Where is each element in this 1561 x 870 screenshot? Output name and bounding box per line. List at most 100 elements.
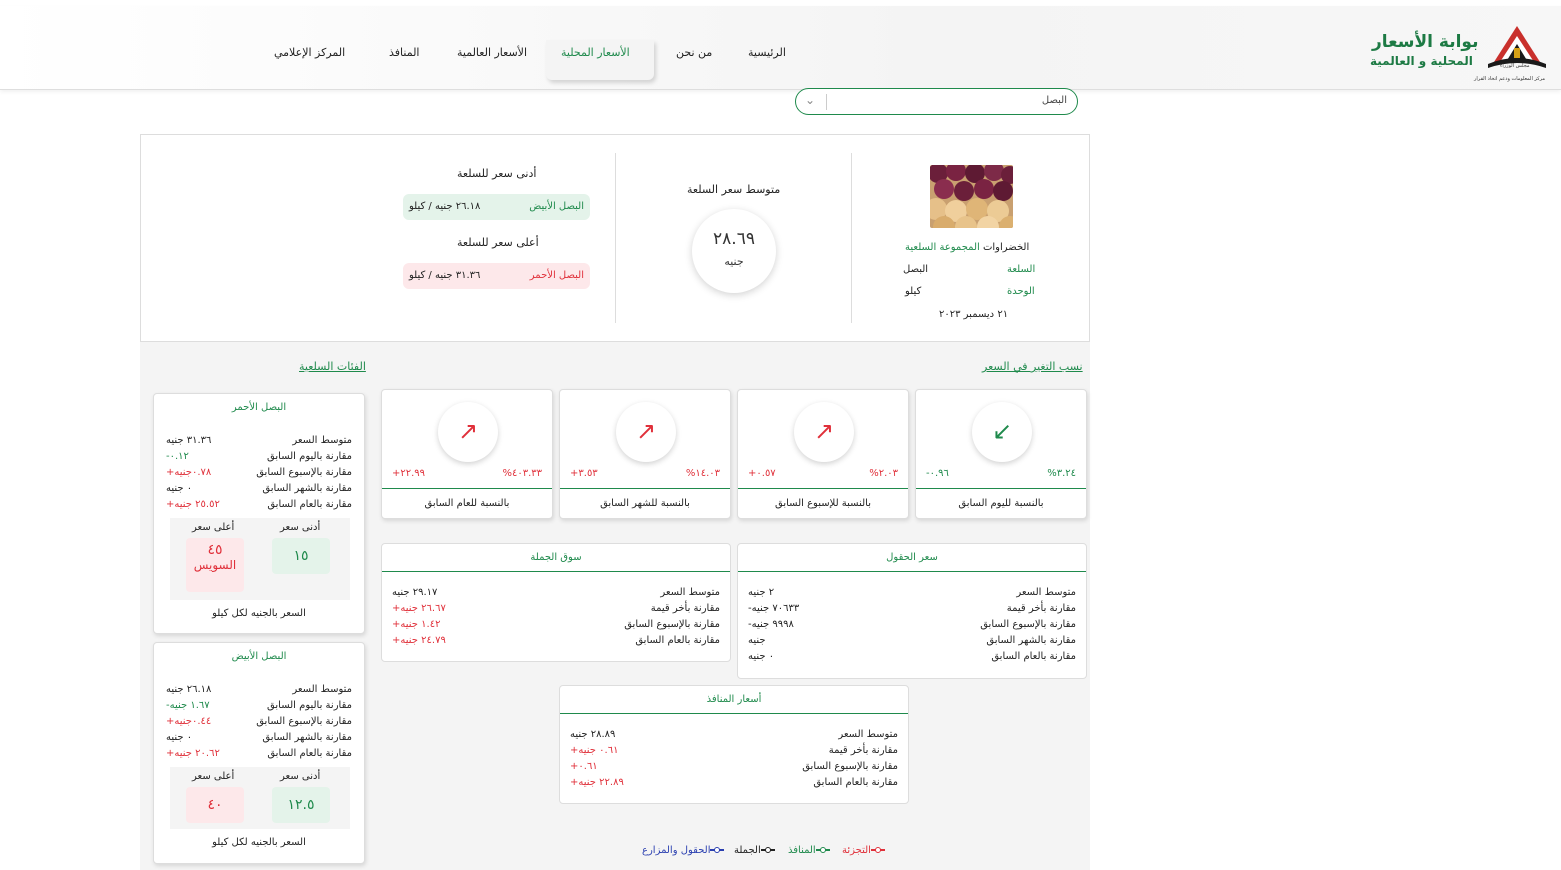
change-percent: %٣.٢٤ bbox=[1047, 468, 1076, 479]
category-min-max: أدنى سعر أعلى سعر ١٢.٥ ٤٠ bbox=[170, 767, 350, 829]
row-value: +٠.٧٨جنيه bbox=[166, 467, 212, 478]
group-value: الخضراوات bbox=[982, 242, 1030, 253]
arrow-down-left-icon: ↙ bbox=[972, 402, 1032, 462]
category-row: مقارنة بالشهر السابق ٠ جنيه bbox=[154, 732, 364, 748]
change-card-year: ↗ +٢٢.٩٩ %٤٠٣.٣٣ بالنسبة للعام السابق bbox=[381, 389, 553, 519]
change-value: +٣.٥٣ bbox=[570, 468, 598, 479]
arrow-up-right-icon: ↗ bbox=[794, 402, 854, 462]
card-divider bbox=[916, 488, 1086, 489]
row-label: متوسط السعر bbox=[1016, 587, 1076, 598]
category-footer: السعر بالجنيه لكل كيلو bbox=[212, 608, 306, 619]
category-row: متوسط السعر ٢٦.١٨ جنيه bbox=[154, 684, 364, 700]
min-label: أدنى سعر bbox=[280, 771, 321, 782]
row-value: +٢٥.٥٢ جنيه bbox=[166, 499, 220, 510]
price-change-link[interactable]: نسب التغير في السعر bbox=[982, 360, 1083, 373]
row-value: +٢٦.٦٧ جنيه bbox=[392, 603, 446, 614]
row-value: ٢٦.١٨ جنيه bbox=[166, 684, 212, 695]
card-divider bbox=[738, 488, 908, 489]
row-label: مقارنة بالعام السابق bbox=[267, 748, 352, 759]
arrow-up-right-icon: ↗ bbox=[438, 402, 498, 462]
row-value: +٢٠.٦٢ جنيه bbox=[166, 748, 220, 759]
change-percent: %٤٠٣.٣٣ bbox=[502, 468, 542, 479]
row-value: -٠.١٢ bbox=[166, 451, 189, 462]
row-label: متوسط السعر bbox=[292, 684, 352, 695]
row-value: جنيه bbox=[748, 635, 766, 646]
card-divider bbox=[560, 713, 908, 714]
legend-fields[interactable]: الحقول والمزارع bbox=[642, 845, 726, 856]
legend-label: الحقول والمزارع bbox=[642, 845, 711, 856]
max-label: أعلى سعر bbox=[192, 771, 235, 782]
select-separator bbox=[826, 94, 827, 110]
legend-marker-icon bbox=[815, 847, 830, 853]
change-label: بالنسبة للعام السابق bbox=[424, 498, 510, 509]
row-label: متوسط السعر bbox=[292, 435, 352, 446]
arrow-up-right-icon: ↗ bbox=[616, 402, 676, 462]
row-label: مقارنة بأخر قيمة bbox=[650, 603, 720, 614]
card-title: سوق الجملة bbox=[530, 552, 582, 563]
category-card-white-onion: البصل الأبيض متوسط السعر ٢٦.١٨ جنيه مقارن… bbox=[153, 642, 365, 864]
row-label: مقارنة بالعام السابق bbox=[267, 499, 352, 510]
market-row: مقارنة بالعام السابق +٢٤.٧٩ جنيه bbox=[382, 635, 730, 651]
site-title[interactable]: بوابة الأسعار bbox=[1372, 32, 1478, 52]
change-label: بالنسبة لليوم السابق bbox=[958, 498, 1044, 509]
category-row: متوسط السعر ٣١.٣٦ جنيه bbox=[154, 435, 364, 451]
legend-label: الجملة bbox=[734, 845, 761, 856]
row-value: +٢٤.٧٩ جنيه bbox=[392, 635, 446, 646]
category-row: مقارنة باليوم السابق -١.٦٧ جنيه bbox=[154, 700, 364, 716]
avg-price-unit: جنيه bbox=[724, 255, 744, 268]
row-label: مقارنة بالإسبوع السابق bbox=[256, 716, 352, 727]
row-label: متوسط السعر bbox=[660, 587, 720, 598]
market-row: مقارنة بأخر قيمة +٢٦.٦٧ جنيه bbox=[382, 603, 730, 619]
row-value: +٠.٦١ جنيه bbox=[570, 745, 619, 756]
summary-divider bbox=[615, 153, 616, 323]
market-row: مقارنة بأخر قيمة -٧٠٦٣٣ جنيه bbox=[738, 603, 1086, 619]
change-percent: %١٤.٠٣ bbox=[685, 468, 720, 479]
change-value: +٢٢.٩٩ bbox=[392, 468, 426, 479]
onion-product-image bbox=[930, 165, 1013, 228]
nav-local-prices[interactable]: الأسعار المحلية bbox=[546, 40, 654, 80]
summary-divider bbox=[851, 153, 852, 323]
nav-outlets[interactable]: المنافذ bbox=[389, 46, 419, 59]
change-card-week: ↗ +٠.٥٧ %٢.٠٣ بالنسبة للإسبوع السابق bbox=[737, 389, 909, 519]
category-min-max: أدنى سعر أعلى سعر ١٥ ٤٥ السويس bbox=[170, 518, 350, 600]
row-label: مقارنة بالعام السابق bbox=[635, 635, 720, 646]
row-label: مقارنة بأخر قيمة bbox=[828, 745, 898, 756]
emblem-caption: مجلس الوزراء bbox=[1500, 63, 1530, 69]
nav-media-center[interactable]: المركز الإعلامي bbox=[274, 46, 345, 59]
nav-about[interactable]: من نحن bbox=[676, 46, 712, 59]
row-label: مقارنة بالشهر السابق bbox=[262, 732, 352, 743]
nav-global-prices[interactable]: الأسعار العالمية bbox=[457, 46, 527, 59]
change-value: +٠.٥٧ bbox=[748, 468, 776, 479]
row-value: -٧٠٦٣٣ جنيه bbox=[748, 603, 800, 614]
row-label: مقارنة بالعام السابق bbox=[813, 777, 898, 788]
legend-retail[interactable]: التجزئة bbox=[842, 845, 887, 856]
change-card-month: ↗ +٣.٥٣ %١٤.٠٣ بالنسبة للشهر السابق bbox=[559, 389, 731, 519]
row-value: +٠.٤٤جنيه bbox=[166, 716, 212, 727]
category-card-red-onion: البصل الأحمر متوسط السعر ٣١.٣٦ جنيه مقارن… bbox=[153, 393, 365, 634]
nav-home[interactable]: الرئيسية bbox=[748, 46, 786, 59]
categories-link[interactable]: الفئات السلعية bbox=[299, 360, 366, 373]
category-title: البصل الأبيض bbox=[231, 651, 287, 662]
market-row: مقارنة بالإسبوع السابق +٠.٦١ bbox=[560, 761, 908, 777]
commodity-select-value: البصل bbox=[1041, 95, 1067, 106]
market-row: مقارنة بالشهر السابق جنيه bbox=[738, 635, 1086, 651]
change-value: -٠.٩٦ bbox=[926, 468, 949, 479]
max-label: أعلى سعر bbox=[192, 522, 235, 533]
commodity-select[interactable]: البصل ⌄ bbox=[795, 88, 1078, 115]
row-value: ٠ جنيه bbox=[166, 732, 193, 743]
legend-marker-icon bbox=[710, 847, 725, 853]
market-row: مقارنة بالعام السابق +٢٢.٨٩ جنيه bbox=[560, 777, 908, 793]
site-header: الرئيسية من نحن الأسعار المحلية الأسعار … bbox=[0, 6, 1561, 90]
legend-wholesale[interactable]: الجملة bbox=[734, 845, 777, 856]
card-title: أسعار المنافذ bbox=[706, 694, 762, 705]
row-value: -٩٩٩٨ جنيه bbox=[748, 619, 794, 630]
chevron-down-icon[interactable]: ⌄ bbox=[805, 93, 815, 107]
change-percent: %٢.٠٣ bbox=[869, 468, 898, 479]
category-row: مقارنة باليوم السابق -٠.١٢ bbox=[154, 451, 364, 467]
card-divider bbox=[382, 571, 730, 572]
legend-outlets[interactable]: المنافذ bbox=[788, 845, 832, 856]
commodity-value: البصل bbox=[903, 264, 929, 275]
min-price-title: أدنى سعر للسلعة bbox=[457, 167, 537, 180]
group-row: الخضراوات المجموعة السلعية bbox=[905, 242, 1029, 253]
market-row: متوسط السعر ٢ جنيه bbox=[738, 587, 1086, 603]
